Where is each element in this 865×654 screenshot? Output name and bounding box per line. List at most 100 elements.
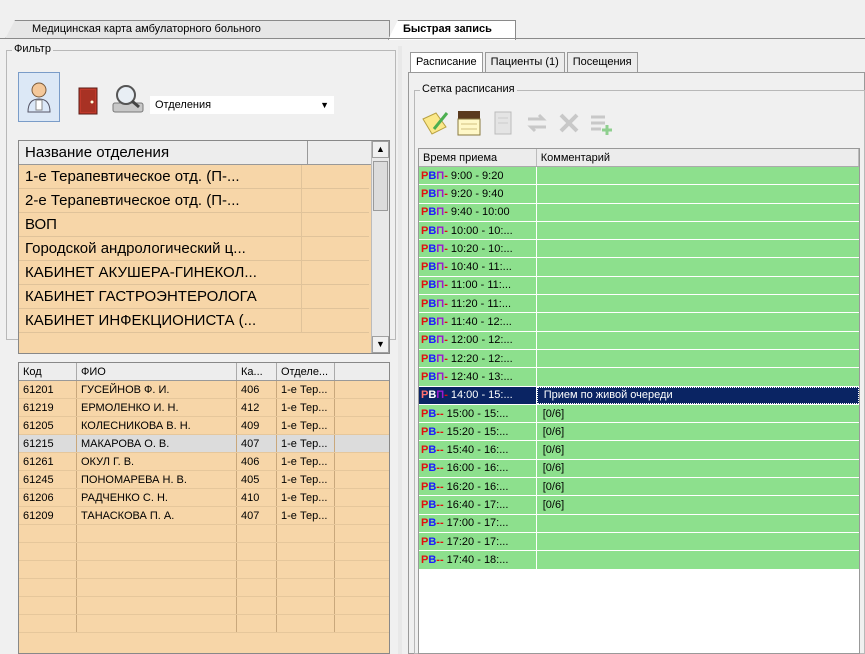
doctor-row[interactable]: 61245 ПОНОМАРЕВА Н. В. 405 1-е Тер... xyxy=(19,471,389,489)
tab-schedule[interactable]: Расписание xyxy=(410,52,483,72)
slot-status-code: РВП- xyxy=(421,242,448,255)
slot-comment xyxy=(537,185,859,202)
schedule-row[interactable]: РВП- 9:20 - 9:40 xyxy=(419,185,859,204)
slot-comment xyxy=(537,533,859,550)
column-comment[interactable]: Комментарий xyxy=(537,149,859,166)
schedule-row[interactable]: РВ-- 16:40 - 17:... [0/6] xyxy=(419,496,859,515)
schedule-row[interactable]: РВП- 10:40 - 11:... xyxy=(419,258,859,277)
schedule-row[interactable]: РВ-- 17:20 - 17:... xyxy=(419,532,859,552)
doctor-row-selected[interactable]: 61215 МАКАРОВА О. В. 407 1-е Тер... xyxy=(19,435,389,453)
slot-status-code: РВ-- xyxy=(421,444,444,457)
slot-time: 16:20 - 16:... xyxy=(446,480,509,493)
edit-notes-button[interactable] xyxy=(420,108,450,138)
filter-type-select[interactable]: Отделения ▼ xyxy=(150,96,334,114)
slot-comment xyxy=(537,240,859,257)
tab-visits[interactable]: Посещения xyxy=(566,52,638,72)
tab-patients[interactable]: Пациенты (1) xyxy=(484,52,565,72)
schedule-row[interactable]: РВП- 11:40 - 12:... xyxy=(419,313,859,332)
notebook-button[interactable] xyxy=(454,108,484,138)
filter-type-value: Отделения xyxy=(155,99,212,111)
slot-time-cell: РВП- 11:20 - 11:... xyxy=(419,295,537,313)
schedule-row[interactable]: РВ-- 15:20 - 15:... [0/6] xyxy=(419,423,859,442)
column-name[interactable]: ФИО xyxy=(77,363,237,380)
column-room[interactable]: Ка... xyxy=(237,363,277,380)
doctor-filter-button[interactable] xyxy=(18,72,60,122)
schedule-row[interactable]: РВП- 11:00 - 11:... xyxy=(419,276,859,296)
department-name: КАБИНЕТ ГАСТРОЭНТЕРОЛОГА xyxy=(25,288,257,305)
department-row[interactable]: КАБИНЕТ АКУШЕРА-ГИНЕКОЛ... xyxy=(19,261,369,285)
document-button[interactable] xyxy=(488,108,518,138)
schedule-row[interactable]: РВ-- 15:40 - 16:... [0/6] xyxy=(419,441,859,460)
column-code[interactable]: Код xyxy=(19,363,77,380)
schedule-row[interactable]: РВ-- 15:00 - 15:... [0/6] xyxy=(419,404,859,424)
slot-comment xyxy=(537,515,859,532)
department-row[interactable]: КАБИНЕТ ГАСТРОЭНТЕРОЛОГА xyxy=(19,285,369,309)
doctor-row[interactable]: 61219 ЕРМОЛЕНКО И. Н. 412 1-е Тер... xyxy=(19,399,389,417)
document-icon xyxy=(494,111,512,135)
doctor-code: 61209 xyxy=(19,507,77,524)
doctor-code: 61206 xyxy=(19,489,77,506)
schedule-row[interactable]: РВП- 9:00 - 9:20 xyxy=(419,167,859,186)
departments-scrollbar[interactable]: ▲ ▼ xyxy=(371,141,389,353)
schedule-row[interactable]: РВ-- 16:20 - 16:... [0/6] xyxy=(419,478,859,497)
department-row[interactable]: 2-е Терапевтическое отд. (П-... xyxy=(19,189,369,213)
slot-status-code: РВП- xyxy=(421,169,448,182)
doctor-name: ТАНАСКОВА П. А. xyxy=(77,507,237,524)
tab-medical-card[interactable]: Медицинская карта амбулаторного больного xyxy=(5,20,390,39)
slot-time: 17:00 - 17:... xyxy=(446,517,509,530)
schedule-row[interactable]: РВП- 10:20 - 10:... xyxy=(419,240,859,259)
slot-status-code: РВ-- xyxy=(421,498,444,511)
departments-header[interactable]: Название отделения xyxy=(19,141,389,165)
schedule-row[interactable]: РВП- 12:20 - 12:... xyxy=(419,349,859,369)
tab-quick-appointment[interactable]: Быстрая запись xyxy=(388,20,516,40)
scroll-up-icon[interactable]: ▲ xyxy=(372,141,389,158)
slot-time: 10:00 - 10:... xyxy=(450,224,513,237)
slot-time: 16:40 - 17:... xyxy=(446,498,509,511)
schedule-row[interactable]: РВП- 9:40 - 10:00 xyxy=(419,203,859,222)
department-row[interactable]: 1-е Терапевтическое отд. (П-... xyxy=(19,165,369,189)
doctor-row[interactable]: 61261 ОКУЛ Г. В. 406 1-е Тер... xyxy=(19,453,389,471)
schedule-row[interactable]: РВ-- 17:40 - 18:... xyxy=(419,551,859,570)
scrollbar-thumb[interactable] xyxy=(373,161,388,211)
chevron-down-icon[interactable]: ▼ xyxy=(320,100,329,110)
doctor-row[interactable]: 61206 РАДЧЕНКО С. Н. 410 1-е Тер... xyxy=(19,489,389,507)
panel-splitter[interactable] xyxy=(398,46,402,654)
slot-time-cell: РВП- 14:00 - 15:... xyxy=(419,386,537,404)
department-row[interactable]: Городской андрологический ц... xyxy=(19,237,369,261)
room-filter-button[interactable] xyxy=(72,78,104,124)
search-filter-button[interactable] xyxy=(108,76,148,122)
cell-divider xyxy=(301,261,302,284)
notepad-pencil-icon xyxy=(422,112,449,135)
slot-comment xyxy=(537,295,859,312)
schedule-row[interactable]: РВ-- 16:00 - 16:... [0/6] xyxy=(419,459,859,479)
schedule-row[interactable]: РВП- 12:40 - 13:... xyxy=(419,368,859,387)
scroll-down-icon[interactable]: ▼ xyxy=(372,336,389,353)
department-name: 2-е Терапевтическое отд. (П-... xyxy=(25,192,240,209)
swap-button[interactable] xyxy=(522,108,552,138)
filter-title: Фильтр xyxy=(12,43,53,55)
empty-row xyxy=(19,579,389,597)
department-row[interactable]: КАБИНЕТ ИНФЕКЦИОНИСТА (... xyxy=(19,309,369,333)
cell-divider xyxy=(301,189,302,212)
schedule-row[interactable]: РВП- 11:20 - 11:... xyxy=(419,295,859,314)
doctor-code: 61215 xyxy=(19,435,77,452)
doctor-row[interactable]: 61209 ТАНАСКОВА П. А. 407 1-е Тер... xyxy=(19,507,389,525)
schedule-row[interactable]: РВП- 12:00 - 12:... xyxy=(419,331,859,350)
department-row[interactable]: ВОП xyxy=(19,213,369,237)
slot-comment xyxy=(537,204,859,221)
slot-time: 17:40 - 18:... xyxy=(446,553,509,566)
schedule-row-selected[interactable]: РВП- 14:00 - 15:... Прием по живой очереди xyxy=(419,386,859,405)
slot-time: 15:00 - 15:... xyxy=(446,407,509,420)
schedule-row[interactable]: РВП- 10:00 - 10:... xyxy=(419,221,859,241)
column-department[interactable]: Отделе... xyxy=(277,363,335,380)
column-time[interactable]: Время приема xyxy=(419,149,537,166)
doctor-row[interactable]: 61205 КОЛЕСНИКОВА В. Н. 409 1-е Тер... xyxy=(19,417,389,435)
slot-status-code: РВП- xyxy=(421,297,448,310)
doctor-department: 1-е Тер... xyxy=(277,489,335,506)
add-list-button[interactable] xyxy=(586,108,616,138)
department-name: 1-е Терапевтическое отд. (П-... xyxy=(25,168,240,185)
schedule-row[interactable]: РВ-- 17:00 - 17:... xyxy=(419,514,859,533)
delete-button[interactable] xyxy=(554,108,584,138)
doctor-row[interactable]: 61201 ГУСЕЙНОВ Ф. И. 406 1-е Тер... xyxy=(19,381,389,399)
slot-time-cell: РВП- 11:40 - 12:... xyxy=(419,313,537,331)
